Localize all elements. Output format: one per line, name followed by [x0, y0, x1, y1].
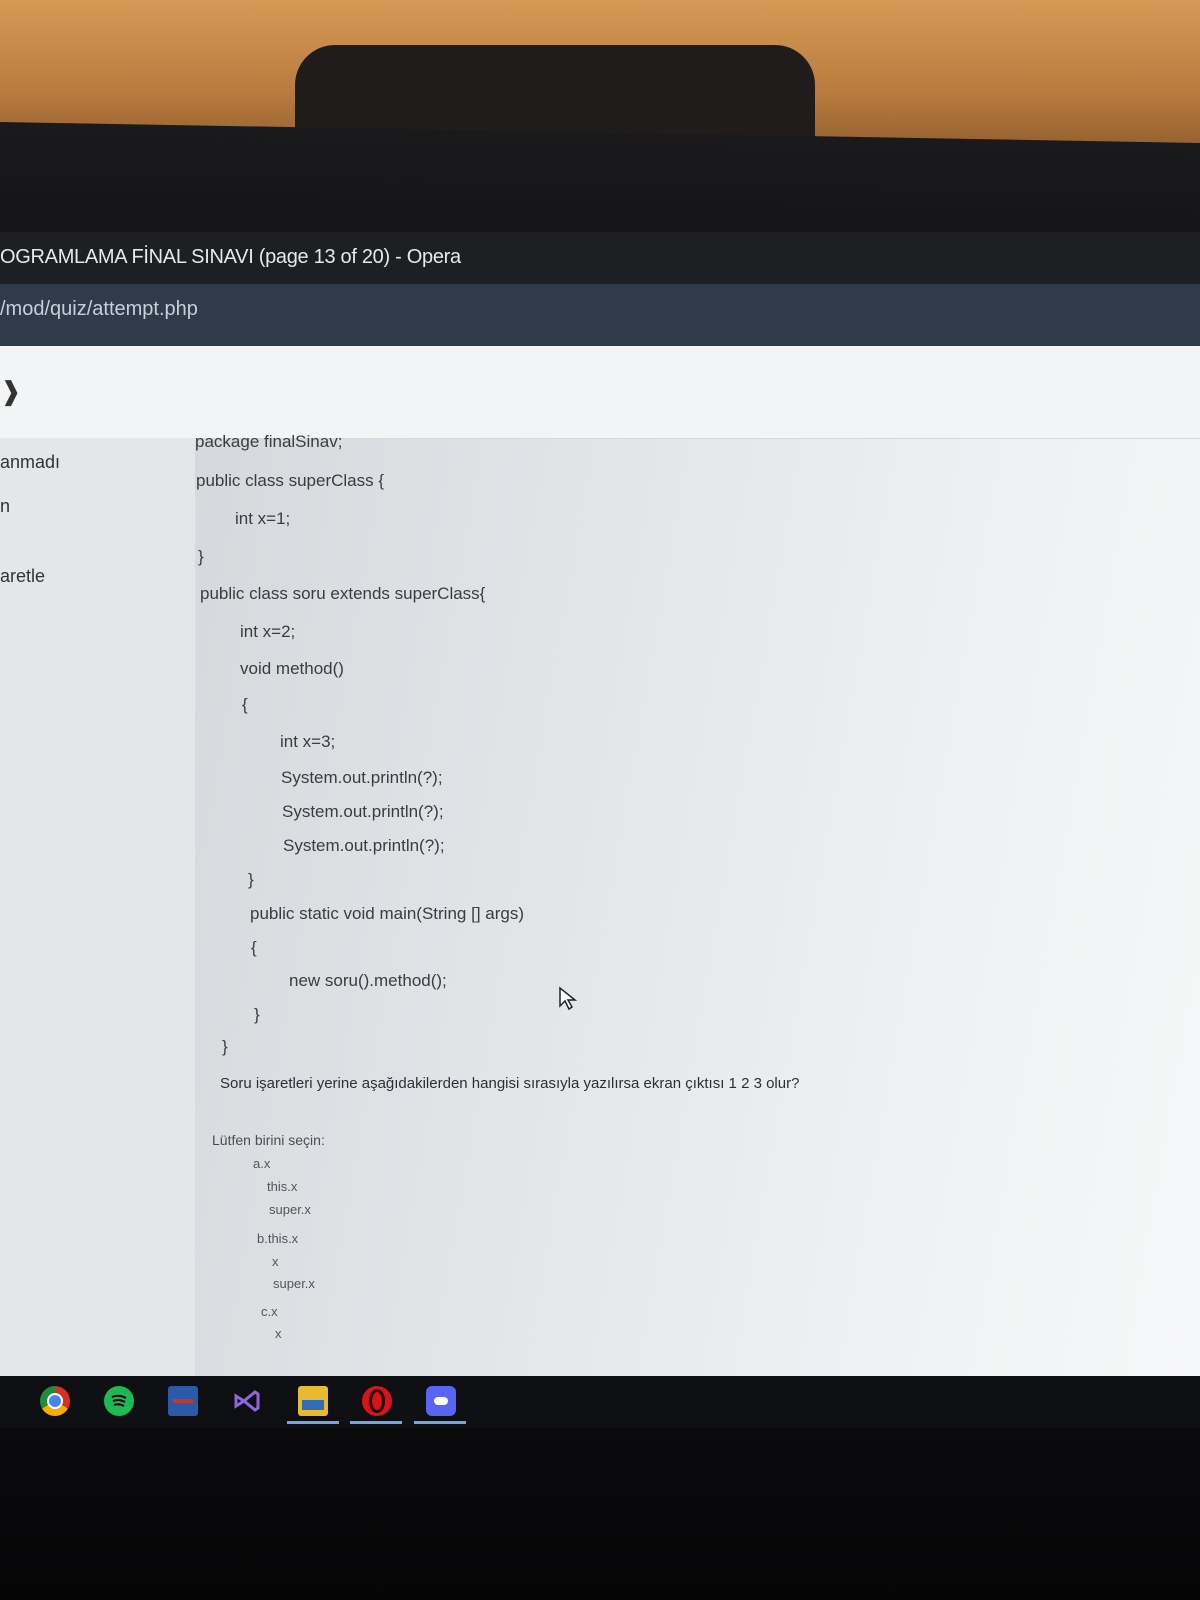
code-line: int x=3; — [280, 732, 336, 751]
option-c-label[interactable]: c.x — [261, 1304, 278, 1319]
active-indicator — [350, 1421, 402, 1424]
address-bar[interactable]: /mod/quiz/attempt.php — [0, 284, 1200, 346]
question-text: Soru işaretleri yerine aşağıdakilerden h… — [220, 1075, 800, 1092]
code-line: } — [198, 547, 204, 566]
option-b-label[interactable]: b.this.x — [257, 1231, 298, 1246]
sidebar-status-label: anmadı — [0, 452, 61, 472]
quiz-page: ❱ anmadı n aretle package finalSinav; pu… — [0, 346, 1200, 1376]
opera-icon[interactable] — [362, 1386, 392, 1416]
code-line: System.out.println(?); — [282, 802, 444, 821]
code-line: } — [254, 1005, 260, 1024]
code-line: public class superClass { — [196, 471, 385, 490]
code-line: System.out.println(?); — [283, 836, 445, 855]
option-b-line[interactable]: x — [272, 1254, 279, 1269]
address-url[interactable]: /mod/quiz/attempt.php — [0, 298, 198, 321]
option-c-line[interactable]: x — [275, 1326, 282, 1341]
code-line: } — [248, 870, 254, 889]
code-line: public static void main(String [] args) — [250, 904, 524, 923]
sidebar-item-2: n — [0, 496, 11, 516]
active-indicator — [287, 1421, 339, 1424]
code-line: { — [251, 938, 257, 957]
option-a-line[interactable]: super.x — [269, 1202, 311, 1217]
sidebar-flag-label[interactable]: aretle — [0, 566, 45, 587]
title-bar: OGRAMLAMA FİNAL SINAVI (page 13 of 20) -… — [0, 232, 1200, 288]
spotify-icon[interactable] — [104, 1386, 134, 1416]
code-line: void method() — [240, 659, 344, 678]
option-b-line[interactable]: super.x — [273, 1276, 315, 1291]
quiz-sidebar: anmadı n aretle — [0, 438, 195, 1376]
code-line: public class soru extends superClass{ — [200, 584, 486, 603]
page-header: ❱ — [0, 346, 1200, 439]
file-explorer-icon[interactable] — [298, 1386, 328, 1416]
code-line: int x=1; — [235, 509, 291, 528]
code-line: int x=2; — [240, 622, 296, 641]
question-content: package finalSinav; public class superCl… — [195, 432, 1200, 1376]
window-title: OGRAMLAMA FİNAL SINAVI (page 13 of 20) -… — [0, 246, 461, 268]
code-line: System.out.println(?); — [281, 768, 443, 787]
code-line: package finalSinav; — [195, 432, 343, 451]
mouse-cursor-icon — [559, 986, 578, 1011]
app-icon[interactable] — [168, 1386, 198, 1416]
chrome-icon[interactable] — [40, 1386, 70, 1416]
visual-studio-icon[interactable] — [232, 1386, 262, 1416]
code-line: new soru().method(); — [289, 971, 447, 990]
discord-icon[interactable] — [426, 1386, 456, 1416]
option-a-label[interactable]: a.x — [253, 1156, 270, 1171]
expand-icon[interactable]: ❱ — [0, 376, 22, 407]
active-indicator — [414, 1421, 466, 1424]
taskbar — [0, 1376, 1200, 1428]
option-a-line[interactable]: this.x — [267, 1179, 297, 1194]
choose-prompt: Lütfen birini seçin: — [212, 1132, 325, 1148]
code-line: } — [222, 1037, 228, 1056]
monitor-lower-bezel — [0, 1428, 1200, 1600]
code-line: { — [242, 695, 248, 714]
